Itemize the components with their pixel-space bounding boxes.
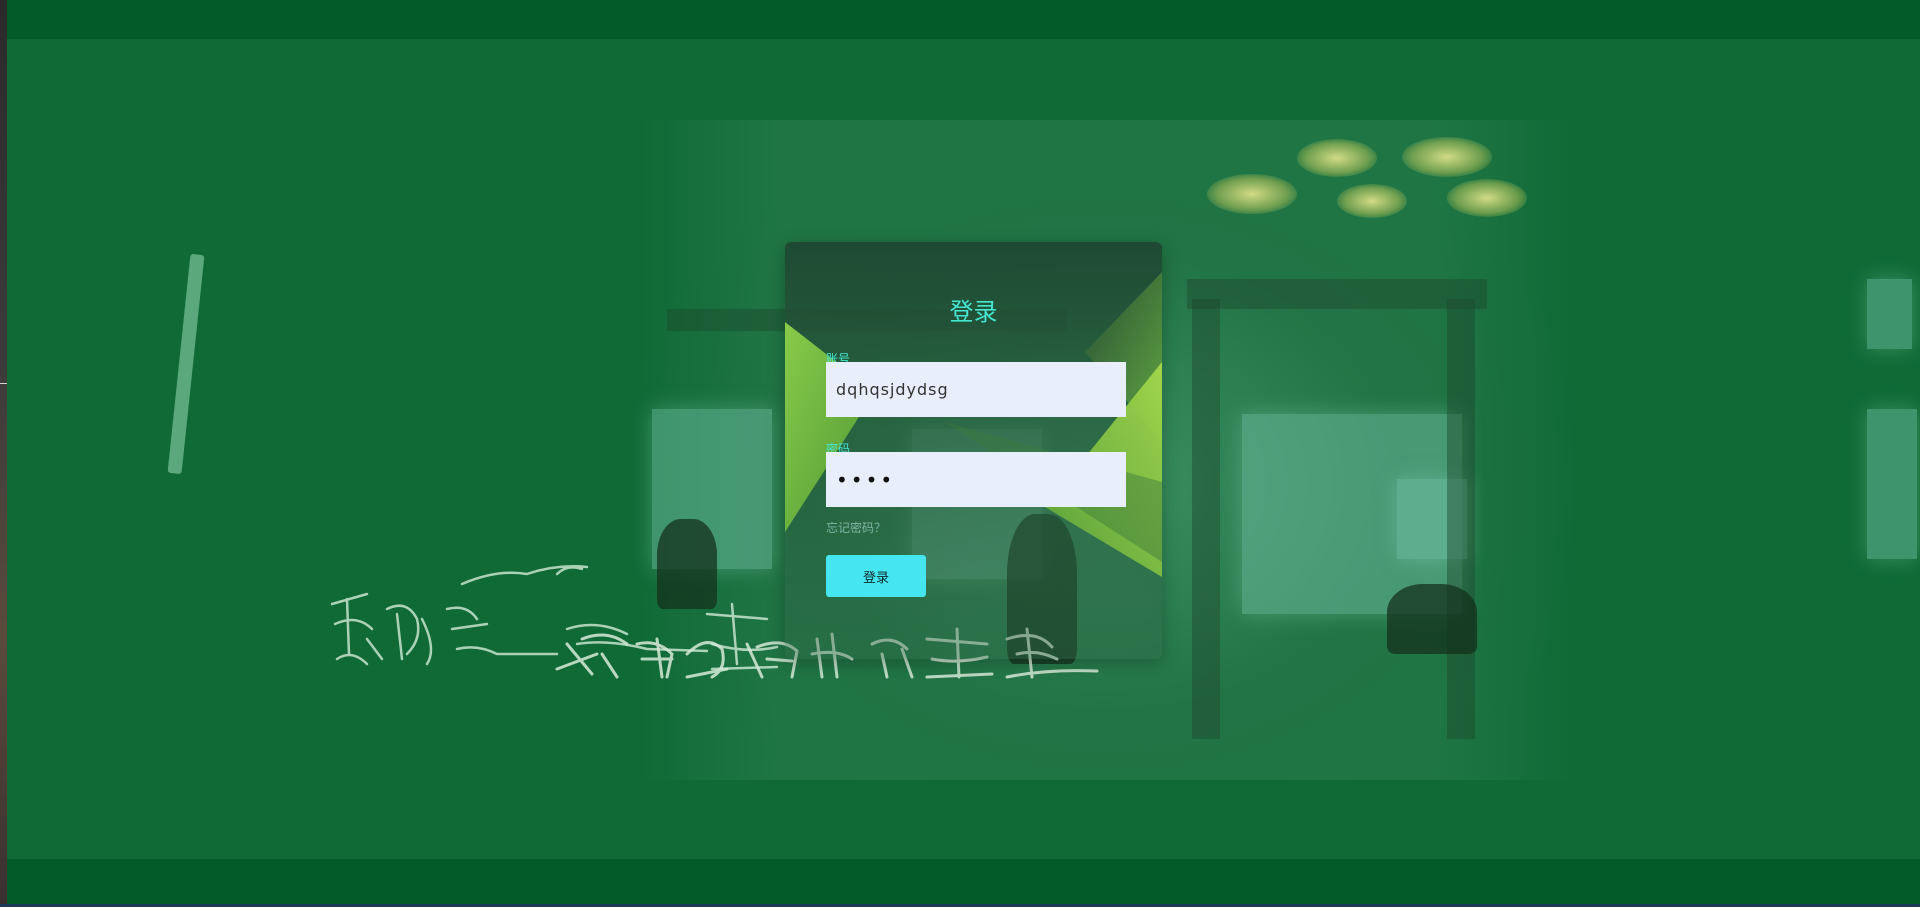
login-card: 登录 账号 密码 忘记密码？ 登录 [785,242,1162,659]
account-input[interactable] [826,362,1126,417]
left-edge-strip [0,0,7,907]
bottom-band [7,859,1920,904]
edge-tick [0,383,7,384]
login-button[interactable]: 登录 [826,555,926,597]
forgot-password-link[interactable]: 忘记密码？ [826,519,886,536]
door-frame [1447,299,1475,739]
ceiling-beam [1187,279,1487,309]
login-title: 登录 [949,298,998,326]
background-window [1867,409,1917,559]
top-band [7,0,1920,39]
password-input[interactable] [826,452,1126,507]
person-silhouette [1387,584,1477,654]
background-window [1867,279,1912,349]
background-stage: 登录 账号 密码 忘记密码？ 登录 [7,39,1920,859]
light-pole [167,253,205,475]
chandelier [1207,119,1537,239]
